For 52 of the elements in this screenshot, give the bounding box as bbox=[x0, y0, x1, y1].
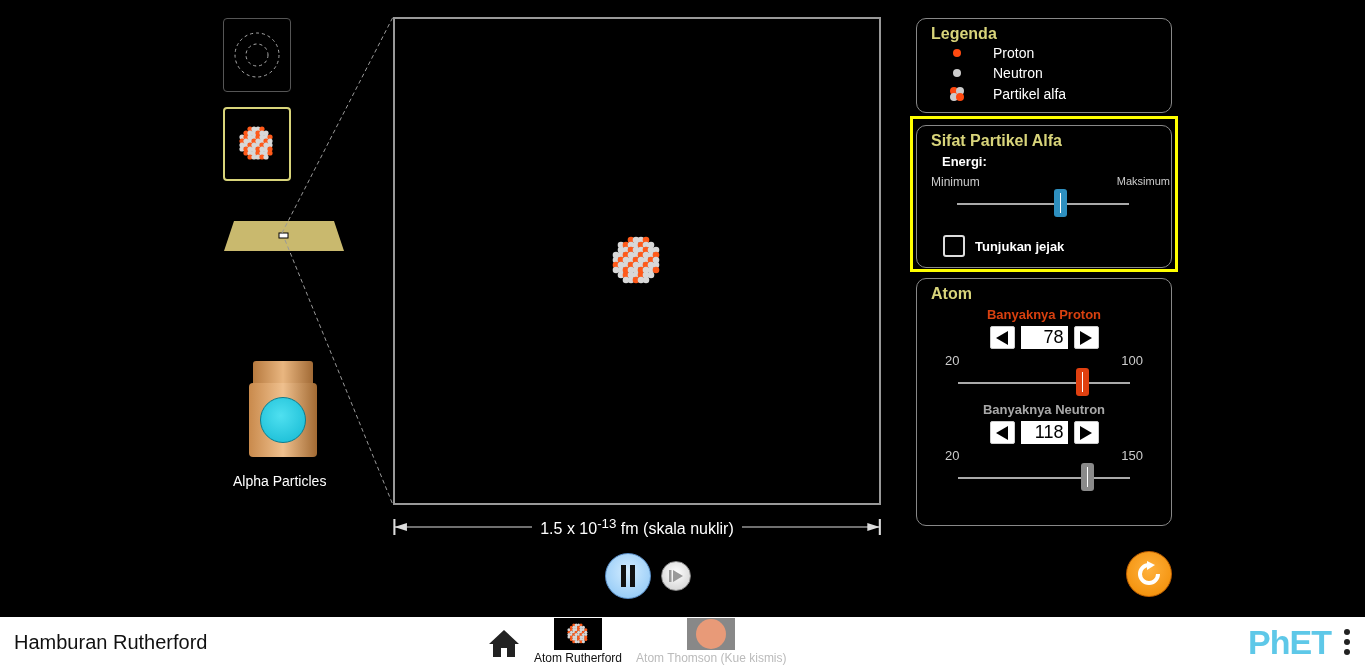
panel-title: Legenda bbox=[931, 25, 998, 43]
panel-title: Sifat Partikel Alfa bbox=[931, 132, 1063, 150]
energy-label: Energi: bbox=[942, 154, 988, 169]
right-arrow-icon bbox=[1079, 424, 1093, 441]
pause-icon bbox=[620, 565, 636, 587]
menu-icon[interactable] bbox=[1343, 628, 1351, 656]
alpha-particle-gun[interactable] bbox=[249, 361, 317, 457]
right-arrow-icon bbox=[1079, 329, 1093, 346]
range-max-label: 100 bbox=[1121, 353, 1143, 368]
range-min-label: 20 bbox=[945, 353, 960, 368]
legend-label: Partikel alfa bbox=[993, 85, 1067, 102]
decrement-button[interactable] bbox=[989, 421, 1015, 444]
panel-title: Atom bbox=[931, 285, 973, 303]
energy-slider-thumb[interactable] bbox=[1054, 189, 1067, 217]
screen-tab[interactable]: Atom Rutherford bbox=[534, 618, 623, 665]
home-icon[interactable] bbox=[488, 629, 520, 657]
number-display: 118 bbox=[1020, 421, 1068, 444]
control-label: Banyaknya Neutron bbox=[982, 402, 1106, 417]
step-button[interactable] bbox=[661, 561, 691, 591]
left-arrow-icon bbox=[995, 424, 1009, 441]
reset-icon bbox=[1136, 561, 1162, 587]
decrement-button[interactable] bbox=[989, 326, 1015, 349]
range-min-label: 20 bbox=[945, 448, 960, 463]
gun-label: Alpha Particles bbox=[233, 473, 327, 489]
neutron-icon bbox=[952, 68, 962, 79]
checkbox-label: Tunjukan jejak bbox=[975, 238, 1065, 254]
legend-label: Proton bbox=[993, 45, 1035, 62]
left-arrow-icon bbox=[995, 329, 1009, 346]
legend-label: Neutron bbox=[993, 65, 1043, 82]
slider-thumb[interactable] bbox=[1081, 463, 1095, 491]
proton-icon bbox=[952, 48, 962, 59]
screen-tab[interactable]: Atom Thomson (Kue kismis) bbox=[636, 618, 787, 665]
gun-cap bbox=[253, 361, 313, 383]
slider-thumb[interactable] bbox=[1076, 368, 1090, 396]
increment-button[interactable] bbox=[1073, 326, 1099, 349]
increment-button[interactable] bbox=[1073, 421, 1099, 444]
phet-logo[interactable]: PhET bbox=[1248, 622, 1331, 662]
alpha-particle-icon bbox=[949, 85, 965, 102]
view-toggle-button[interactable] bbox=[223, 18, 291, 92]
checkbox[interactable] bbox=[943, 235, 965, 257]
scale-label: 1.5 x 10$^{-13}$ fm (skala nuklir) bbox=[540, 515, 734, 539]
number-display: 78 bbox=[1020, 326, 1068, 349]
range-max-label: 150 bbox=[1121, 448, 1143, 463]
sim-title: Hamburan Rutherford bbox=[14, 630, 209, 654]
pause-button[interactable] bbox=[605, 553, 651, 599]
step-icon bbox=[668, 568, 684, 584]
control-label: Banyaknya Proton bbox=[986, 307, 1102, 322]
orbits-icon bbox=[232, 30, 282, 80]
minimum-label: Minimum bbox=[931, 175, 980, 189]
nucleus-icon bbox=[566, 622, 590, 646]
maximum-label: Maksimum bbox=[1116, 175, 1170, 189]
reset-button[interactable] bbox=[1126, 551, 1172, 597]
